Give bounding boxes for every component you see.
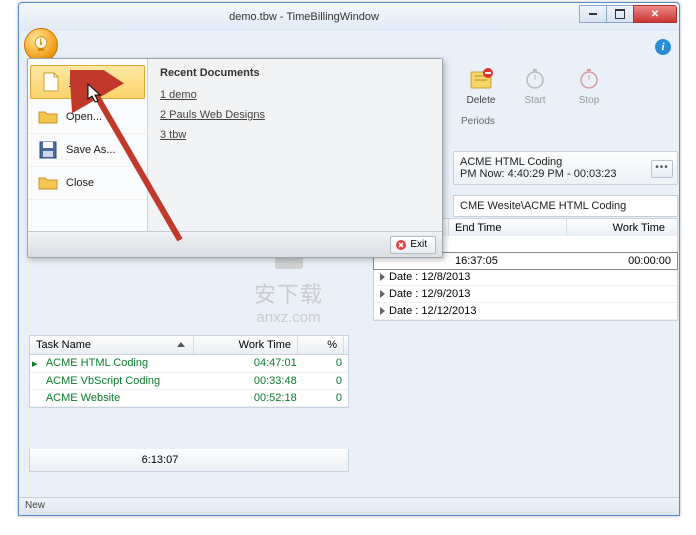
- minimize-button[interactable]: [579, 5, 607, 23]
- app-menu-orb[interactable]: [24, 28, 58, 62]
- col-task-pct[interactable]: %: [298, 336, 344, 354]
- app-menu-footer: Exit: [28, 231, 442, 257]
- stop-button[interactable]: Stop: [569, 65, 609, 106]
- task-row[interactable]: ACME Website00:52:180: [30, 390, 348, 407]
- detail-now-time: PM Now: 4:40:29 PM - 00:03:23: [460, 168, 671, 180]
- col-task-time[interactable]: Work Time: [194, 336, 298, 354]
- task-grid-footer: 6:13:07: [29, 449, 349, 472]
- expand-right-icon: [380, 290, 385, 298]
- exit-icon: [395, 239, 407, 251]
- save-icon: [38, 140, 58, 160]
- window-title: demo.tbw - TimeBillingWindow: [29, 11, 579, 23]
- col-work-time[interactable]: Work Time: [567, 219, 677, 237]
- time-group-row[interactable]: Date : 12/12/2013: [374, 303, 677, 320]
- expand-right-icon: [380, 307, 385, 315]
- start-clock-icon: [521, 65, 549, 93]
- maximize-button[interactable]: [606, 5, 634, 23]
- task-grid: Task Name Work Time % ▸ACME HTML Coding0…: [29, 335, 349, 408]
- sort-asc-icon: [177, 342, 185, 347]
- recent-doc-item[interactable]: 3 tbw: [160, 125, 430, 145]
- detail-panel: ACME HTML Coding PM Now: 4:40:29 PM - 00…: [453, 151, 678, 185]
- titlebar: demo.tbw - TimeBillingWindow ✕: [19, 3, 679, 31]
- status-bar: New: [19, 497, 679, 515]
- task-row[interactable]: ACME VbScript Coding00:33:480: [30, 373, 348, 390]
- menu-open[interactable]: Open...: [28, 101, 147, 134]
- start-button[interactable]: Start: [515, 65, 555, 106]
- menu-close[interactable]: Close: [28, 167, 147, 200]
- recent-documents-panel: Recent Documents 1 demo 2 Pauls Web Desi…: [148, 59, 442, 257]
- close-button[interactable]: ✕: [633, 5, 677, 23]
- detail-breadcrumb: CME Wesite\ACME HTML Coding: [453, 195, 678, 217]
- new-file-icon: [41, 72, 61, 92]
- stop-clock-icon: [575, 65, 603, 93]
- expand-right-icon: [380, 273, 385, 281]
- time-group-row[interactable]: Date : 12/8/2013: [374, 269, 677, 286]
- detail-more-button[interactable]: •••: [651, 160, 673, 178]
- close-folder-icon: [38, 173, 58, 193]
- status-text: New: [25, 500, 45, 511]
- delete-button[interactable]: Delete: [461, 65, 501, 106]
- col-end-time[interactable]: End Time: [449, 219, 567, 237]
- recent-docs-header: Recent Documents: [160, 67, 430, 79]
- recent-doc-item[interactable]: 2 Pauls Web Designs: [160, 105, 430, 125]
- info-icon[interactable]: i: [655, 39, 671, 55]
- time-group-row[interactable]: Date : 12/9/2013: [374, 286, 677, 303]
- exit-button[interactable]: Exit: [390, 236, 436, 254]
- app-menu-popup: New... Open... Save As... Close Recent D…: [27, 58, 443, 258]
- col-task-name[interactable]: Task Name: [30, 336, 194, 354]
- detail-task-name: ACME HTML Coding: [460, 156, 671, 168]
- app-menu-items: New... Open... Save As... Close: [28, 59, 148, 257]
- task-row[interactable]: ▸ACME HTML Coding04:47:010: [30, 355, 348, 373]
- toolbar-periods: Delete Start Stop Periods: [453, 61, 678, 129]
- delete-icon: [467, 65, 495, 93]
- menu-new[interactable]: New...: [30, 65, 145, 99]
- app-window: demo.tbw - TimeBillingWindow ✕ i Delete …: [18, 2, 680, 516]
- toolbar-group-label: Periods: [461, 112, 670, 127]
- open-folder-icon: [38, 107, 58, 127]
- recent-doc-item[interactable]: 1 demo: [160, 85, 430, 105]
- menu-save-as[interactable]: Save As...: [28, 134, 147, 167]
